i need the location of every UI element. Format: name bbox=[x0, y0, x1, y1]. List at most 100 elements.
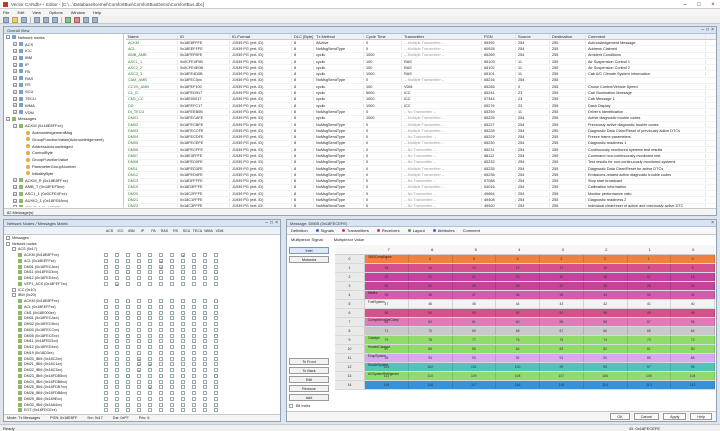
node-checkbox[interactable] bbox=[214, 304, 218, 309]
node-checkbox[interactable] bbox=[214, 270, 218, 275]
bit-cell[interactable]: 20 bbox=[496, 273, 540, 281]
add-icon[interactable] bbox=[65, 16, 71, 23]
bit-cell[interactable]: 84 bbox=[496, 345, 540, 353]
bit-cell[interactable]: 98 bbox=[584, 363, 628, 371]
bit-cell[interactable]: 62 bbox=[409, 318, 453, 326]
node-checkbox[interactable]: × bbox=[137, 368, 141, 373]
node-checkbox[interactable] bbox=[181, 316, 185, 321]
tree-item[interactable]: − ACKM (0x18E8FFxx) bbox=[4, 122, 123, 129]
bit-cell[interactable]: 106 bbox=[584, 372, 628, 380]
node-checkbox[interactable] bbox=[104, 299, 108, 304]
node-checkbox[interactable] bbox=[181, 408, 185, 413]
bit-index-checkbox[interactable]: Bit Index bbox=[289, 404, 333, 408]
node-checkbox[interactable] bbox=[181, 264, 185, 269]
node-checkbox[interactable] bbox=[148, 379, 152, 384]
bit-cell[interactable]: 73 bbox=[628, 336, 672, 344]
help-icon[interactable] bbox=[92, 16, 98, 23]
node-checkbox[interactable]: × bbox=[159, 258, 163, 263]
node-checkbox[interactable] bbox=[181, 304, 185, 309]
node-checkbox[interactable] bbox=[115, 345, 119, 350]
bit-cell[interactable]: 35 bbox=[540, 291, 584, 299]
tree-item[interactable]: + IP bbox=[4, 61, 123, 68]
bit-cell[interactable]: 115 bbox=[540, 381, 584, 389]
node-checkbox[interactable]: × bbox=[148, 385, 152, 390]
node-checkbox[interactable] bbox=[214, 350, 218, 355]
node-checkbox[interactable] bbox=[104, 362, 108, 367]
bit-cell[interactable]: 88 bbox=[671, 354, 715, 362]
node-checkbox[interactable] bbox=[159, 408, 163, 413]
bit-cell[interactable]: 118 bbox=[409, 381, 453, 389]
node-checkbox[interactable] bbox=[126, 264, 130, 269]
bit-cell[interactable]: 10 bbox=[584, 264, 628, 272]
node-checkbox[interactable] bbox=[159, 333, 163, 338]
node-checkbox[interactable] bbox=[181, 391, 185, 396]
bit-cell[interactable]: 94 bbox=[409, 354, 453, 362]
help-button[interactable]: Help bbox=[690, 413, 712, 420]
node-checkbox[interactable] bbox=[148, 316, 152, 321]
node-checkbox[interactable] bbox=[181, 396, 185, 401]
bit-cell[interactable]: 42 bbox=[584, 300, 628, 308]
node-checkbox[interactable] bbox=[203, 316, 207, 321]
tab-definition[interactable]: Definition bbox=[291, 228, 308, 233]
node-checkbox[interactable] bbox=[170, 316, 174, 321]
bit-cell[interactable]: 27 bbox=[540, 282, 584, 290]
node-checkbox[interactable] bbox=[148, 304, 152, 309]
node-checkbox[interactable] bbox=[148, 264, 152, 269]
ok-button[interactable]: OK bbox=[610, 413, 630, 420]
node-checkbox[interactable] bbox=[104, 396, 108, 401]
node-checkbox[interactable] bbox=[203, 362, 207, 367]
node-checkbox[interactable] bbox=[148, 333, 152, 338]
bit-cell[interactable]: 36 bbox=[496, 291, 540, 299]
bit-cell[interactable]: 23 bbox=[365, 273, 409, 281]
expand-toggle-icon[interactable] bbox=[12, 247, 16, 252]
node-checkbox[interactable] bbox=[104, 339, 108, 344]
node-checkbox[interactable] bbox=[181, 345, 185, 350]
bit-cell[interactable]: 110 bbox=[409, 372, 453, 380]
node-checkbox[interactable] bbox=[126, 396, 130, 401]
maximize-button[interactable]: □ bbox=[270, 220, 273, 226]
node-checkbox[interactable] bbox=[126, 345, 130, 350]
menu-edit[interactable]: Edit bbox=[17, 10, 24, 15]
bit-cell[interactable]: 113 bbox=[628, 381, 672, 389]
to-front-button[interactable]: To Front bbox=[289, 358, 329, 365]
bit-cell[interactable]: 50 bbox=[584, 309, 628, 317]
node-checkbox[interactable] bbox=[126, 379, 130, 384]
node-checkbox[interactable] bbox=[148, 310, 152, 315]
bit-cell[interactable]: 97 bbox=[628, 363, 672, 371]
node-checkbox[interactable] bbox=[214, 264, 218, 269]
bit-cell[interactable]: 54 bbox=[409, 309, 453, 317]
tab-receivers[interactable]: Receivers bbox=[376, 228, 400, 233]
bit-cell[interactable]: 65 bbox=[628, 327, 672, 335]
motorola-button[interactable]: Motorola bbox=[289, 256, 329, 263]
bit-cell[interactable]: 45 bbox=[453, 300, 497, 308]
node-checkbox[interactable]: × bbox=[159, 264, 163, 269]
bit-cell[interactable]: 11 bbox=[540, 264, 584, 272]
bit-cell[interactable]: 105 bbox=[628, 372, 672, 380]
bit-cell[interactable]: 119 bbox=[365, 381, 409, 389]
node-checkbox[interactable] bbox=[115, 379, 119, 384]
tab-transmitters[interactable]: Transmitters bbox=[341, 228, 369, 233]
node-checkbox[interactable] bbox=[214, 368, 218, 373]
node-checkbox[interactable] bbox=[214, 385, 218, 390]
byte-row[interactable]: 7 63 62 61 60 59 58 57 56 ComprehensiveComp bbox=[335, 318, 715, 327]
node-checkbox[interactable] bbox=[137, 322, 141, 327]
bit-cell[interactable]: 33 bbox=[628, 291, 672, 299]
bit-cell[interactable]: 72 bbox=[671, 336, 715, 344]
node-checkbox[interactable] bbox=[137, 299, 141, 304]
bit-cell[interactable]: 40 bbox=[671, 300, 715, 308]
node-checkbox[interactable] bbox=[104, 350, 108, 355]
open-folder-icon[interactable] bbox=[12, 16, 18, 23]
node-checkbox[interactable] bbox=[170, 391, 174, 396]
tree-item[interactable]: + ACS bbox=[4, 41, 123, 48]
expand-toggle-icon[interactable]: + bbox=[13, 62, 17, 67]
node-checkbox[interactable] bbox=[148, 253, 152, 258]
node-checkbox[interactable] bbox=[126, 322, 130, 327]
expand-toggle-icon[interactable] bbox=[6, 235, 10, 240]
bit-cell[interactable]: 102 bbox=[409, 363, 453, 371]
node-checkbox[interactable] bbox=[181, 310, 185, 315]
tree-item[interactable]: GroupFunctionValue bbox=[4, 156, 123, 163]
node-checkbox[interactable] bbox=[170, 402, 174, 407]
node-checkbox[interactable] bbox=[137, 304, 141, 309]
node-checkbox[interactable] bbox=[126, 270, 130, 275]
node-checkbox[interactable] bbox=[104, 356, 108, 361]
